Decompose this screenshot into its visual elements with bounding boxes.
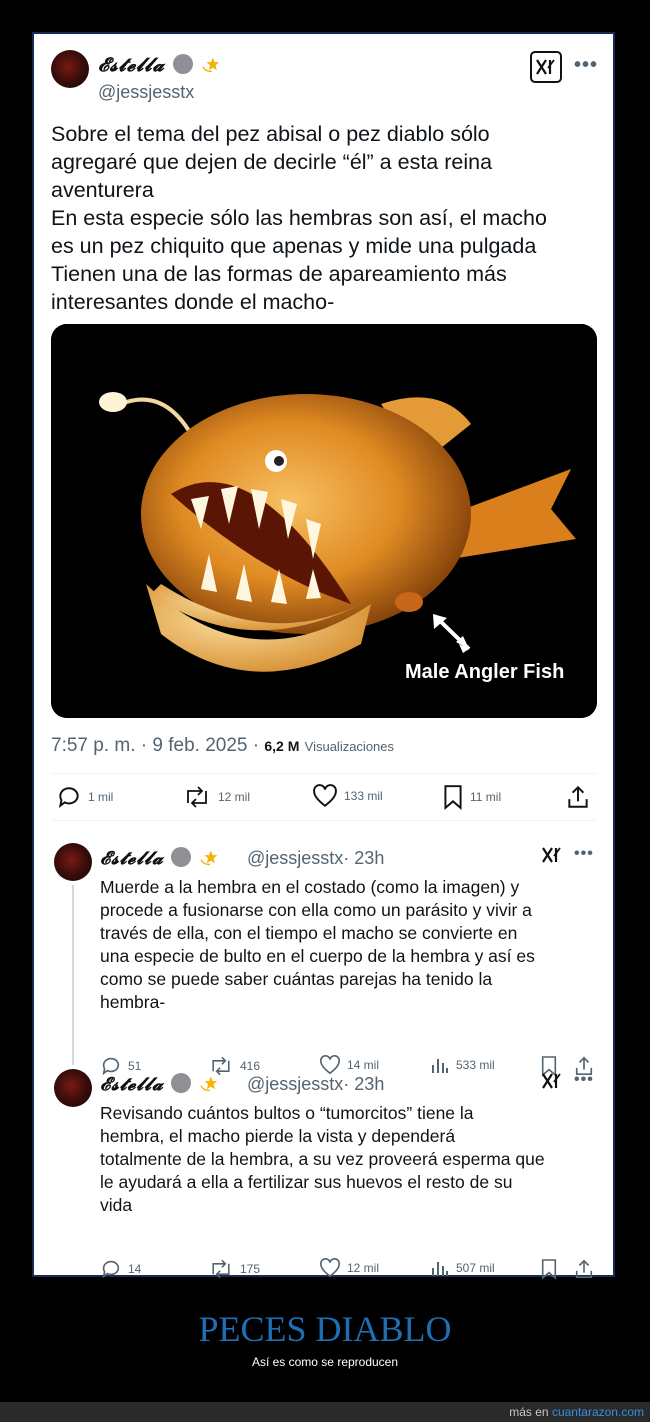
- reply-icon: [102, 1260, 120, 1279]
- heart-icon: [320, 1258, 340, 1278]
- tweet-timestamp[interactable]: 7:57 p. m. · 9 feb. 2025 ·: [51, 735, 264, 756]
- share-icon: [575, 1259, 593, 1278]
- reply-actions: 14 175 12 mil 507 mil: [34, 1258, 613, 1286]
- reply-text: Muerde a la hembra en el costado (como l…: [100, 877, 535, 1012]
- display-name[interactable]: 𝓔𝓼𝓽𝓮𝓵𝓵𝓪: [100, 847, 220, 869]
- heart-icon: [313, 784, 337, 807]
- views-count: 533 mil: [456, 1058, 495, 1072]
- post-time: · 23h: [343, 1074, 385, 1094]
- dizzy-star-emoji-icon: [200, 850, 218, 866]
- tweet-image[interactable]: Male Angler Fish: [51, 324, 597, 718]
- page-title: PECES DIABLO: [198, 1309, 452, 1349]
- display-name[interactable]: 𝓔𝓼𝓽𝓮𝓵𝓵𝓪: [98, 54, 222, 76]
- reply-icon: [58, 787, 79, 808]
- retweet-button[interactable]: 12 mil: [182, 784, 250, 810]
- main-actions: 1 mil 12 mil 133 mil 11 mil: [34, 784, 613, 812]
- grok-icon[interactable]: [541, 845, 563, 870]
- views-button[interactable]: 533 mil: [430, 1055, 495, 1075]
- reply-button[interactable]: 1 mil: [56, 784, 113, 810]
- retweet-count: 175: [240, 1262, 261, 1276]
- retweet-button[interactable]: 175: [208, 1258, 260, 1280]
- post-time: · 23h: [343, 848, 385, 868]
- tweet-card: 𝓔𝓼𝓽𝓮𝓵𝓵𝓪 @jessjesstx ••• Sobre el tema de…: [32, 32, 615, 1280]
- grok-icon[interactable]: [530, 51, 562, 83]
- reply-button[interactable]: 14: [100, 1258, 141, 1280]
- display-name-text: 𝓔𝓼𝓽𝓮𝓵𝓵𝓪: [100, 848, 164, 869]
- avatar[interactable]: [54, 1069, 92, 1107]
- avatar[interactable]: [54, 843, 92, 881]
- grok-logo-icon: [542, 847, 561, 863]
- angler-fish-illustration: [51, 324, 597, 718]
- views-count: 6,2 M: [264, 738, 300, 754]
- handle: @jessjesstx: [247, 1074, 344, 1094]
- divider: [51, 773, 597, 774]
- views-chart-icon: [432, 1262, 448, 1276]
- share-button[interactable]: [574, 1258, 594, 1280]
- more-options-icon[interactable]: •••: [574, 54, 598, 77]
- bookmark-icon: [444, 785, 462, 810]
- handle: @jessjesstx: [247, 848, 344, 868]
- display-name[interactable]: 𝓔𝓼𝓽𝓮𝓵𝓵𝓪: [100, 1073, 220, 1095]
- bookmark-button[interactable]: [540, 1258, 558, 1280]
- reply-count: 1 mil: [88, 790, 114, 804]
- bottom-bar: más en cuantarazon.com: [0, 1402, 650, 1422]
- grok-icon[interactable]: [541, 1071, 563, 1096]
- retweet-icon: [212, 1259, 230, 1279]
- like-count: 14 mil: [347, 1058, 380, 1072]
- like-button[interactable]: 14 mil: [319, 1055, 379, 1075]
- display-name-text: 𝓔𝓼𝓽𝓮𝓵𝓵𝓪: [98, 54, 165, 76]
- source-prefix: más en: [509, 1405, 552, 1419]
- heart-icon: [320, 1055, 340, 1075]
- more-options-icon[interactable]: •••: [574, 1071, 594, 1089]
- share-icon: [568, 785, 588, 808]
- retweet-icon: [187, 786, 207, 808]
- retweet-count: 12 mil: [218, 790, 251, 804]
- face-emoji-icon: [171, 847, 192, 867]
- bookmark-count: 11 mil: [470, 790, 502, 804]
- share-button[interactable]: [566, 784, 590, 810]
- handle[interactable]: @jessjesstx: [98, 82, 194, 103]
- thread-line: [72, 885, 74, 1065]
- retweet-count: 416: [240, 1059, 261, 1073]
- divider: [51, 820, 597, 821]
- views-button[interactable]: 507 mil: [430, 1258, 495, 1278]
- reply-text: Revisando cuántos bultos o “tumorcitos” …: [100, 1103, 545, 1215]
- avatar[interactable]: [51, 50, 89, 88]
- tweet-meta: 7:57 p. m. · 9 feb. 2025 · 6,2 M Visuali…: [51, 735, 394, 757]
- views-count: 507 mil: [456, 1261, 495, 1275]
- like-button[interactable]: 133 mil: [312, 784, 383, 808]
- like-count: 133 mil: [344, 789, 383, 803]
- face-emoji-icon: [171, 1073, 192, 1093]
- grok-logo-icon: [542, 1073, 561, 1089]
- image-caption: Male Angler Fish: [405, 661, 565, 683]
- bookmark-icon: [541, 1259, 557, 1280]
- tweet-text: Sobre el tema del pez abisal o pez diabl…: [51, 122, 547, 314]
- handle-and-time[interactable]: @jessjesstx· 23h: [247, 848, 384, 869]
- like-count: 12 mil: [347, 1261, 380, 1275]
- face-emoji-icon: [172, 54, 193, 74]
- like-button[interactable]: 12 mil: [319, 1258, 379, 1278]
- reply-count: 14: [128, 1262, 142, 1276]
- views-chart-icon: [432, 1059, 448, 1073]
- grok-logo-icon: [536, 59, 555, 75]
- more-options-icon[interactable]: •••: [574, 845, 594, 863]
- handle-and-time[interactable]: @jessjesstx· 23h: [247, 1074, 384, 1095]
- reply-count: 51: [128, 1059, 142, 1073]
- views-label: Visualizaciones: [304, 739, 395, 754]
- source-credit: más en cuantarazon.com: [509, 1405, 644, 1419]
- dizzy-star-emoji-icon: [200, 1076, 218, 1092]
- display-name-text: 𝓔𝓼𝓽𝓮𝓵𝓵𝓪: [100, 1074, 164, 1095]
- page-subtitle: Así es como se reproducen: [251, 1355, 399, 1369]
- dizzy-star-emoji-icon: [202, 57, 220, 73]
- source-link[interactable]: cuantarazon.com: [552, 1405, 644, 1419]
- bookmark-button[interactable]: 11 mil: [442, 784, 501, 810]
